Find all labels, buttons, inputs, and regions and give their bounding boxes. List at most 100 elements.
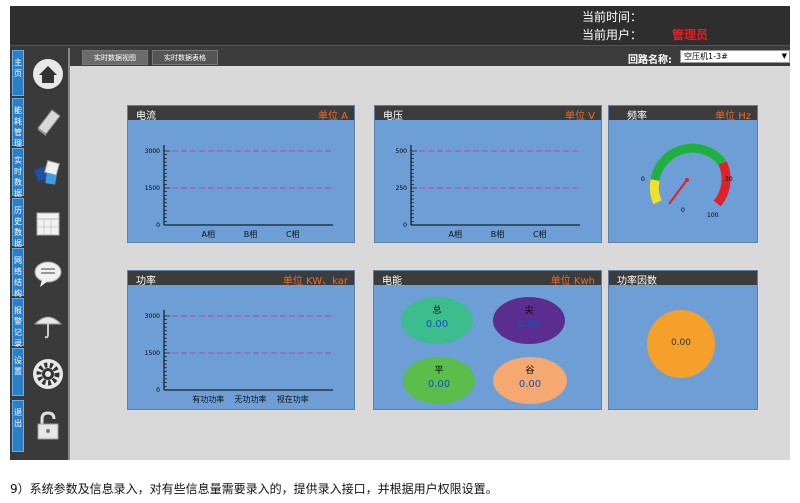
circuit-select[interactable]: 空压机1-3# ▼ xyxy=(680,50,790,63)
y-tick-label: 3000 xyxy=(145,313,160,320)
cubes-icon xyxy=(34,160,60,185)
x-tick-label: 无功功率 xyxy=(235,394,267,404)
sidebar-item-label: 网络结构 xyxy=(12,248,24,298)
power-panel: 功率 单位 KW、kar 0 1500 3000 有功功率 无功功率 视在功率 xyxy=(127,270,355,410)
sidebar-item-label: 主页 xyxy=(12,50,24,96)
book-icon xyxy=(37,109,61,136)
x-tick-label: A相 xyxy=(202,229,215,239)
energy-label: 平 xyxy=(434,366,444,376)
current-chart: 0 1500 3000 A相 B相 C相 xyxy=(145,145,333,239)
energy-label: 总 xyxy=(432,306,442,316)
sidebar-item-label: 实时数据 xyxy=(12,148,24,198)
unlock-icon xyxy=(37,411,59,440)
y-tick-label: 0 xyxy=(156,222,160,229)
gauge-segment-low xyxy=(649,179,662,205)
tab-realtime-table[interactable]: 实时数据表格 xyxy=(152,50,218,65)
y-tick-label: 0 xyxy=(403,222,407,229)
y-tick-label: 1500 xyxy=(145,350,160,357)
tab-realtime-view[interactable]: 实时数据视图 xyxy=(82,50,148,65)
x-tick-label: C相 xyxy=(286,229,300,239)
time-label: 当前时间： xyxy=(582,10,643,24)
gauge-segment-high xyxy=(713,161,731,207)
energy-value: 0.00 xyxy=(425,319,449,330)
energy-label: 谷 xyxy=(525,366,535,376)
panel-header: 功率 单位 KW、kar xyxy=(128,271,354,287)
user-label: 当前用户： xyxy=(582,28,643,42)
current-panel: 电流 单位 A 0 1500 3000 A相 B相 C相 xyxy=(127,105,355,243)
energy-panel: 电能 单位 Kwh 总 0.00 尖 0.00 平 0.00 谷 0.00 xyxy=(373,270,602,410)
voltage-panel: 电压 单位 V 0 250 500 A相 B相 C相 xyxy=(374,105,602,243)
gauge-pivot xyxy=(685,178,689,182)
sidebar-item-label: 退出 xyxy=(12,400,24,452)
x-tick-label: B相 xyxy=(244,229,258,239)
gauge-segment-mid xyxy=(650,143,727,181)
panel-title: 电能 xyxy=(382,276,402,287)
home-icon xyxy=(33,59,63,89)
panel-header: 电能 单位 Kwh xyxy=(374,271,601,287)
current-user: 当前用户： 管理员 xyxy=(582,26,708,43)
y-tick-label: 250 xyxy=(396,185,408,192)
energy-value: 0.00 xyxy=(518,379,542,390)
current-time: 当前时间： xyxy=(582,8,642,25)
panel-header: 频率 单位 Hz xyxy=(609,106,757,122)
y-tick-label: 1500 xyxy=(145,185,160,192)
x-tick-label: 视在功率 xyxy=(277,394,309,404)
gauge-tick-bottom-left: 0 xyxy=(681,207,685,214)
x-tick-label: B相 xyxy=(491,229,505,239)
power-factor-value: 0.00 xyxy=(670,338,692,348)
power-chart: 0 1500 3000 有功功率 无功功率 视在功率 xyxy=(145,310,333,404)
gauge-tick-left: 0 xyxy=(641,176,645,183)
sidebar-item-label: 报警记录 xyxy=(12,298,24,348)
frequency-panel: 频率 单位 Hz 0 30 0 100 xyxy=(608,105,758,243)
panel-unit: 单位 Kwh xyxy=(550,276,595,287)
circuit-select-value: 空压机1-3# xyxy=(684,52,728,61)
energy-value: 0.00 xyxy=(427,379,451,390)
power-factor-panel: 功率因数 0.00 xyxy=(608,270,758,410)
x-tick-label: A相 xyxy=(449,229,462,239)
tab-bar: 实时数据视图 实时数据表格 回路名称: 空压机1-3# ▼ xyxy=(70,48,790,66)
user-name: 管理员 xyxy=(672,28,709,42)
panel-header: 电压 单位 V xyxy=(375,106,601,122)
panel-title: 功率因数 xyxy=(617,276,657,287)
sidebar-item-history[interactable]: 历史数据 xyxy=(12,198,68,248)
chat-bubble-icon xyxy=(34,261,62,287)
main-content: 实时数据视图 实时数据表格 回路名称: 空压机1-3# ▼ 电流 单位 A 0 15… xyxy=(68,48,790,460)
y-tick-label: 3000 xyxy=(145,148,160,155)
energy-value: 0.00 xyxy=(517,319,541,330)
sidebar-item-label: 历史数据 xyxy=(12,198,24,248)
sidebar-item-home[interactable]: 主页 xyxy=(12,50,68,96)
energy-peak: 尖 0.00 xyxy=(493,297,565,344)
panel-header: 电流 单位 A xyxy=(128,106,354,122)
gear-icon xyxy=(33,359,63,389)
umbrella-icon xyxy=(33,316,63,339)
energy-valley: 谷 0.00 xyxy=(493,357,567,404)
energy-label: 尖 xyxy=(524,306,534,316)
x-tick-label: C相 xyxy=(533,229,547,239)
sidebar-item-exit[interactable]: 退出 xyxy=(12,400,68,452)
sidebar-item-label: 能耗管理 xyxy=(12,98,24,148)
gauge-tick-right: 30 xyxy=(725,176,733,183)
calendar-icon xyxy=(36,212,60,236)
y-tick-label: 500 xyxy=(396,148,408,155)
sidebar-item-energy[interactable]: 能耗管理 xyxy=(12,98,68,148)
caption: 9）系统参数及信息录入，对有些信息量需要录入的，提供录入接口，并根据用户权限设置… xyxy=(10,482,498,496)
y-tick-label: 0 xyxy=(156,387,160,394)
circuit-label: 回路名称: xyxy=(628,55,672,66)
voltage-chart: 0 250 500 A相 B相 C相 xyxy=(396,145,580,239)
panel-header: 功率因数 xyxy=(609,271,757,287)
sidebar: 主页 能耗管理 实时数据 历史数据 网络结构 报警记录 设置 退出 xyxy=(10,48,70,460)
app-window: 当前时间： 当前用户： 管理员 主页 能耗管理 实时数据 历史数据 网络结构 报… xyxy=(10,6,790,460)
sidebar-item-alarm[interactable]: 报警记录 xyxy=(12,298,68,348)
power-factor-circle: 0.00 xyxy=(647,310,715,378)
gauge-needle xyxy=(668,179,688,205)
gauge-tick-bottom-right: 100 xyxy=(707,212,719,219)
sidebar-item-network[interactable]: 网络结构 xyxy=(12,248,68,298)
energy-total: 总 0.00 xyxy=(401,297,473,344)
sidebar-item-realtime[interactable]: 实时数据 xyxy=(12,148,68,198)
energy-flat: 平 0.00 xyxy=(403,357,475,404)
sidebar-item-label: 设置 xyxy=(12,348,24,396)
sidebar-item-settings[interactable]: 设置 xyxy=(12,348,68,396)
top-bar: 当前时间： 当前用户： 管理员 xyxy=(10,6,790,46)
frequency-gauge: 0 30 0 100 xyxy=(641,143,733,219)
chevron-down-icon: ▼ xyxy=(781,52,787,60)
